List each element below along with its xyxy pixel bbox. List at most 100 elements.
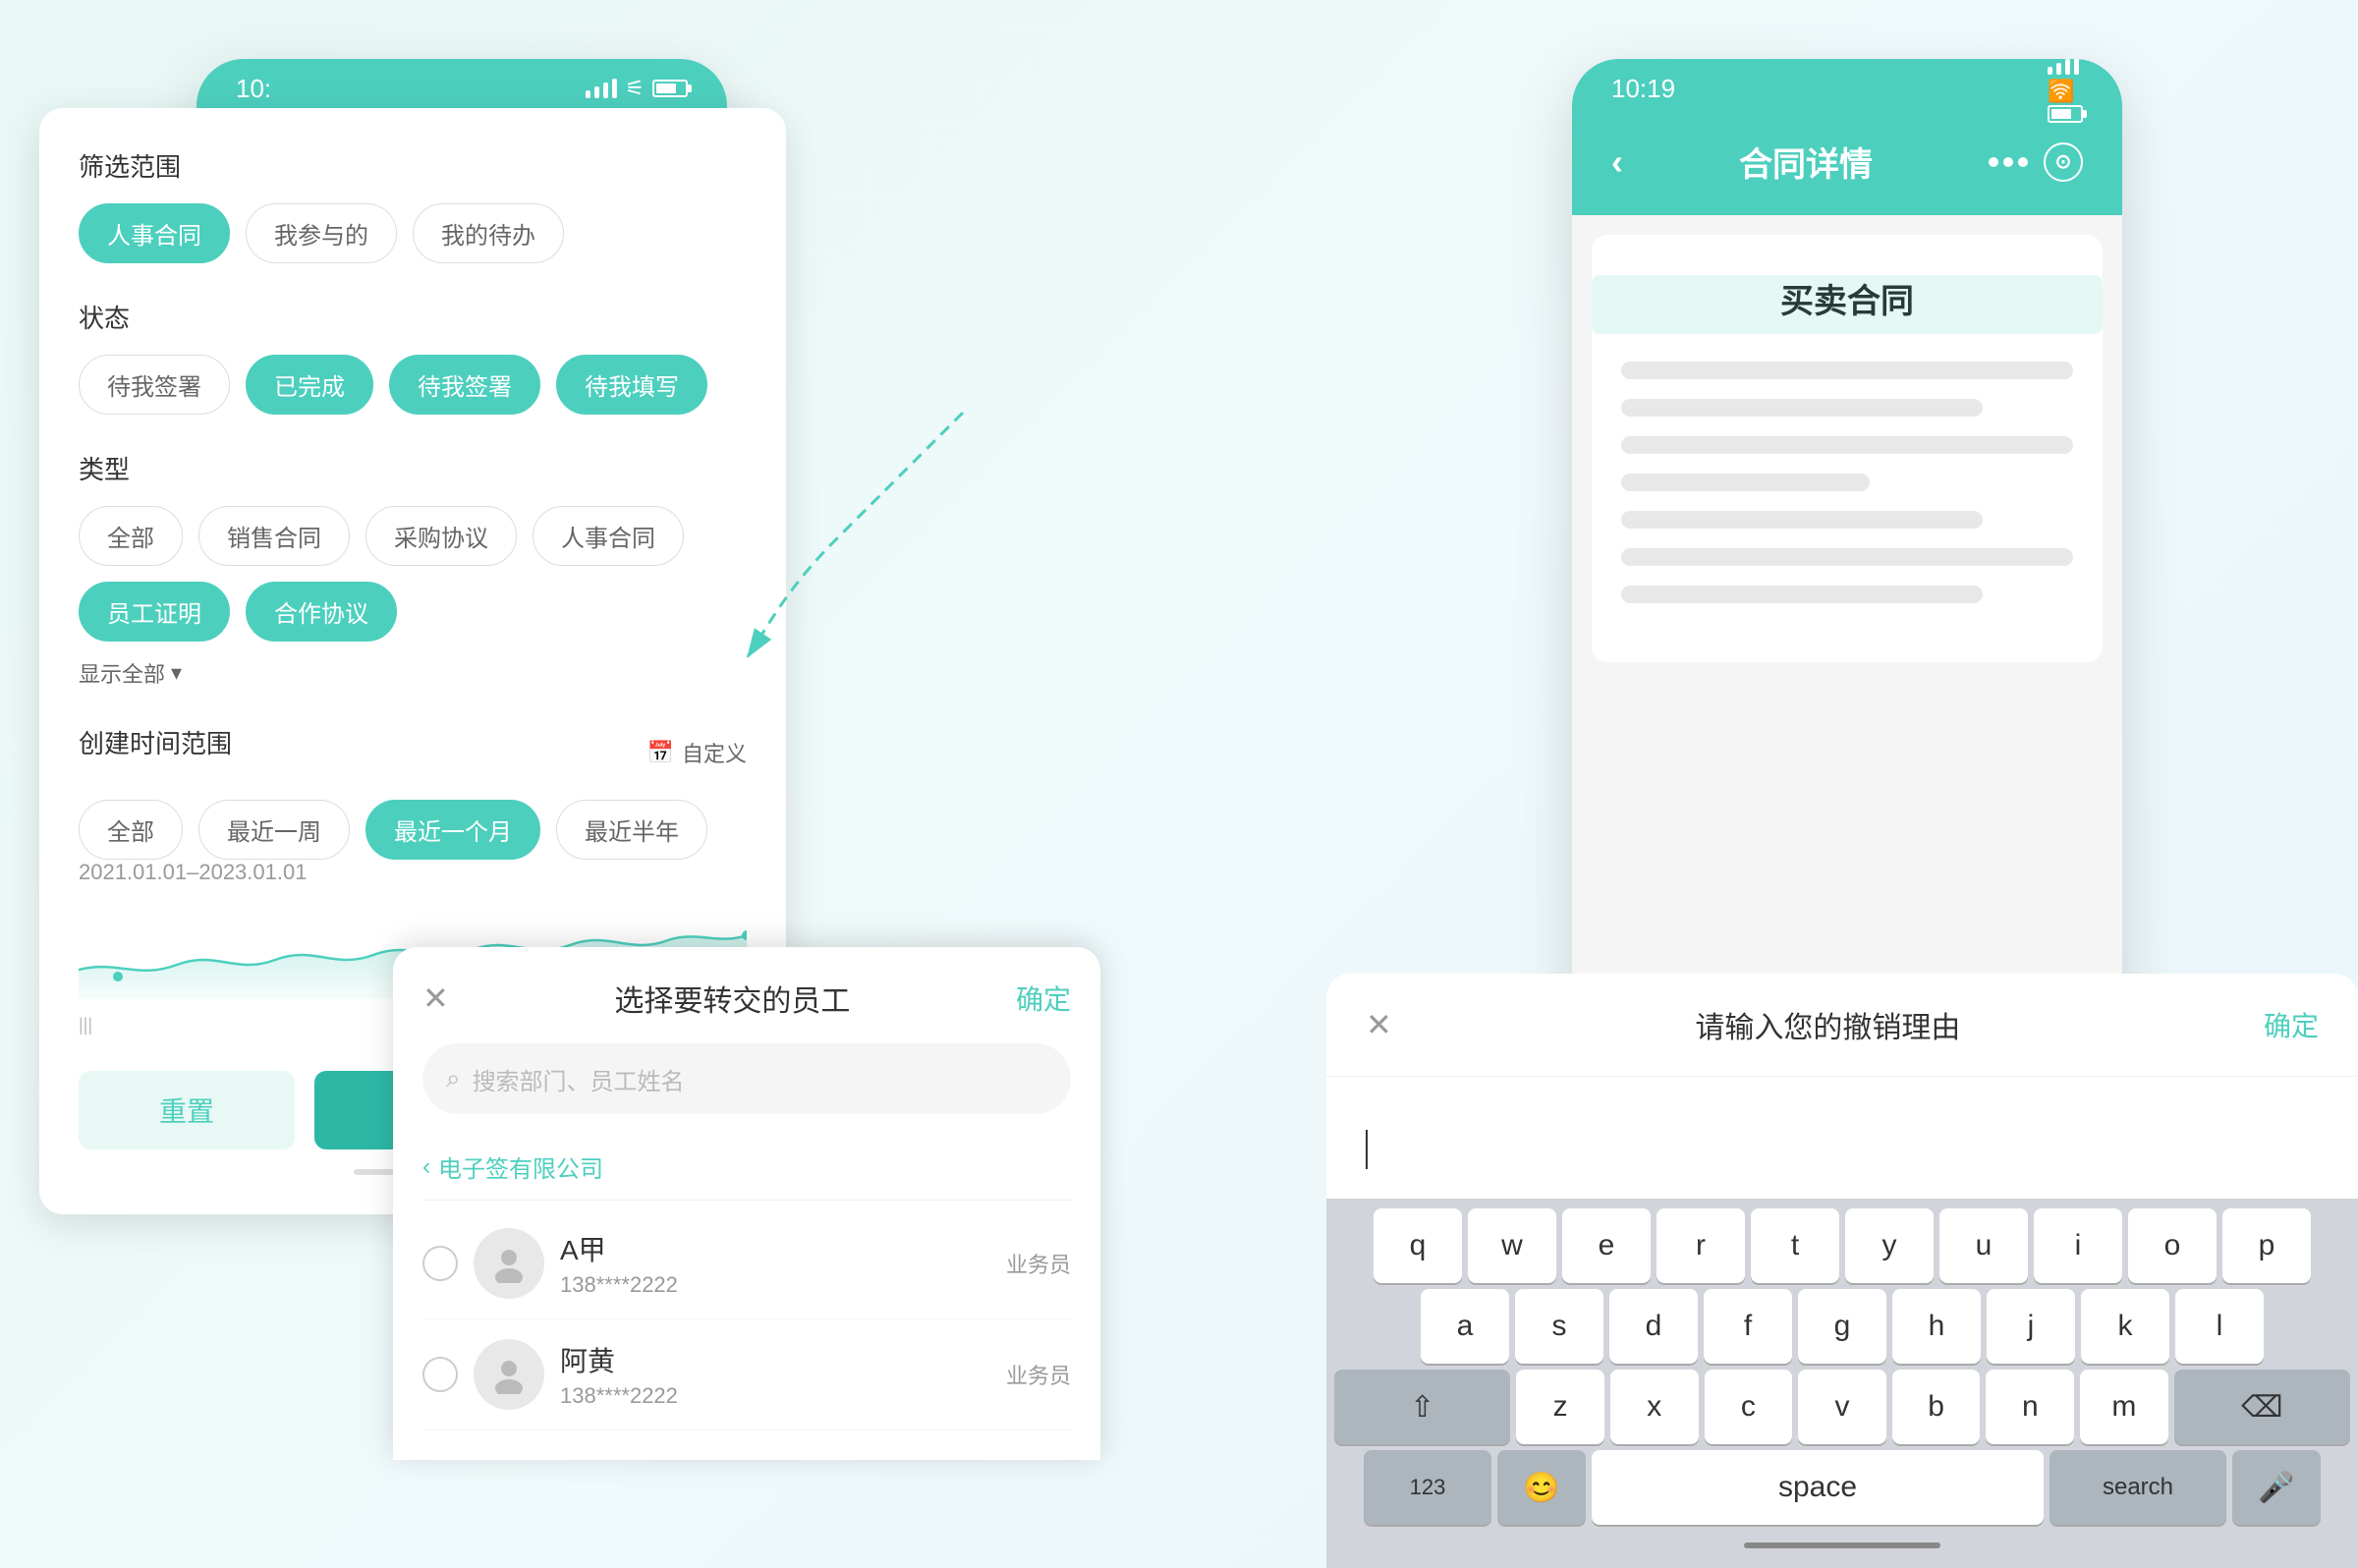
time-range-header: 创建时间范围 📅 自定义 — [79, 724, 747, 780]
back-button[interactable]: ‹ — [1611, 141, 1623, 183]
tag-scope-2[interactable]: 我的待办 — [413, 203, 564, 263]
key-c[interactable]: c — [1705, 1370, 1793, 1444]
contract-line — [1621, 362, 2073, 379]
search-icon-modal: ⌕ — [446, 1063, 461, 1094]
company-row[interactable]: ‹ 电子签有限公司 — [422, 1134, 1071, 1201]
tag-time-2[interactable]: 最近一个月 — [365, 800, 540, 860]
show-all-toggle[interactable]: 显示全部 ▾ — [79, 657, 747, 689]
header-contract: ‹ 合同详情 ⊙ — [1572, 118, 2122, 215]
key-y[interactable]: y — [1845, 1208, 1934, 1283]
key-z[interactable]: z — [1516, 1370, 1604, 1444]
employee-item-1[interactable]: 阿黄 138****2222 业务员 — [422, 1319, 1071, 1430]
contract-title: 买卖合同 — [1621, 274, 2073, 322]
key-j[interactable]: j — [1987, 1289, 2075, 1364]
tag-scope-0[interactable]: 人事合同 — [79, 203, 230, 263]
key-m[interactable]: m — [2080, 1370, 2168, 1444]
status-bar-contract: 10:19 🛜 — [1572, 59, 2122, 118]
key-p[interactable]: p — [2222, 1208, 2311, 1283]
employee-search-placeholder: 搜索部门、员工姓名 — [473, 1062, 685, 1096]
modal-employee-header: ✕ 选择要转交的员工 确定 — [422, 977, 1071, 1020]
filter-tags-time: 全部 最近一周 最近一个月 最近半年 — [79, 800, 747, 860]
key-l[interactable]: l — [2175, 1289, 2264, 1364]
key-numbers[interactable]: 123 — [1364, 1450, 1491, 1525]
filter-title-status: 状态 — [79, 299, 747, 335]
key-a[interactable]: a — [1421, 1289, 1509, 1364]
status-icons-contract: 🛜 — [2048, 59, 2083, 123]
key-o[interactable]: o — [2128, 1208, 2217, 1283]
modal-close-btn[interactable]: ✕ — [422, 980, 449, 1017]
filter-title-type: 类型 — [79, 450, 747, 486]
modal-cancel-confirm[interactable]: 确定 — [2264, 1005, 2319, 1044]
key-u[interactable]: u — [1939, 1208, 2028, 1283]
key-search[interactable]: search — [2049, 1450, 2226, 1525]
tag-type-5[interactable]: 合作协议 — [246, 582, 397, 642]
key-d[interactable]: d — [1609, 1289, 1698, 1364]
keyboard-row-1: q w e r t y u i o p — [1334, 1208, 2350, 1283]
key-i[interactable]: i — [2034, 1208, 2122, 1283]
tag-time-0[interactable]: 全部 — [79, 800, 183, 860]
contract-line — [1621, 399, 1983, 417]
tag-status-2[interactable]: 待我签署 — [389, 355, 540, 415]
avatar-icon-1 — [489, 1355, 529, 1394]
tag-type-2[interactable]: 采购协议 — [365, 506, 517, 566]
tag-type-3[interactable]: 人事合同 — [533, 506, 684, 566]
key-k[interactable]: k — [2081, 1289, 2169, 1364]
time-custom-btn[interactable]: 📅 自定义 — [647, 737, 747, 768]
more-icon-contract[interactable] — [1989, 157, 2028, 167]
employee-search[interactable]: ⌕ 搜索部门、员工姓名 — [422, 1043, 1071, 1114]
input-cursor — [1366, 1130, 1368, 1169]
key-space[interactable]: space — [1592, 1450, 2044, 1525]
key-r[interactable]: r — [1656, 1208, 1745, 1283]
modal-cancel-title: 请输入您的撤销理由 — [1695, 1003, 1960, 1046]
contract-line — [1621, 586, 1983, 603]
key-backspace[interactable]: ⌫ — [2174, 1370, 2350, 1444]
key-f[interactable]: f — [1704, 1289, 1792, 1364]
modal-employee-confirm[interactable]: 确定 — [1016, 979, 1071, 1018]
key-h[interactable]: h — [1892, 1289, 1981, 1364]
modal-employee: ✕ 选择要转交的员工 确定 ⌕ 搜索部门、员工姓名 ‹ 电子签有限公司 A甲 1… — [393, 947, 1100, 1460]
calendar-icon: 📅 — [647, 740, 674, 765]
employee-name-0: A甲 — [560, 1229, 990, 1268]
key-emoji[interactable]: 😊 — [1497, 1450, 1586, 1525]
key-shift[interactable]: ⇧ — [1334, 1370, 1510, 1444]
key-s[interactable]: s — [1515, 1289, 1603, 1364]
employee-radio-0[interactable] — [422, 1246, 458, 1281]
key-v[interactable]: v — [1798, 1370, 1886, 1444]
tag-type-4[interactable]: 员工证明 — [79, 582, 230, 642]
keyboard-row-2: a s d f g h j k l — [1334, 1289, 2350, 1364]
key-b[interactable]: b — [1892, 1370, 1981, 1444]
modal-cancel-close[interactable]: ✕ — [1366, 1006, 1392, 1043]
key-t[interactable]: t — [1751, 1208, 1839, 1283]
contract-line — [1621, 474, 1870, 491]
key-q[interactable]: q — [1374, 1208, 1462, 1283]
tag-status-0[interactable]: 待我签署 — [79, 355, 230, 415]
keyboard: q w e r t y u i o p a s d f g h j k l ⇧ … — [1326, 1199, 2358, 1568]
cancel-input-area[interactable] — [1326, 1100, 2358, 1199]
signal-icon-contract — [2048, 59, 2083, 75]
key-x[interactable]: x — [1610, 1370, 1699, 1444]
keyboard-row-4: 123 😊 space search 🎤 — [1334, 1450, 2350, 1525]
key-g[interactable]: g — [1798, 1289, 1886, 1364]
key-mic[interactable]: 🎤 — [2232, 1450, 2321, 1525]
contract-line — [1621, 548, 2073, 566]
employee-role-0: 业务员 — [1006, 1248, 1071, 1279]
employee-radio-1[interactable] — [422, 1357, 458, 1392]
key-w[interactable]: w — [1468, 1208, 1556, 1283]
employee-info-1: 阿黄 138****2222 — [560, 1340, 990, 1409]
avatar-icon-0 — [489, 1244, 529, 1283]
tag-type-1[interactable]: 销售合同 — [198, 506, 350, 566]
tag-time-3[interactable]: 最近半年 — [556, 800, 707, 860]
reset-button[interactable]: 重置 — [79, 1071, 295, 1149]
tag-scope-1[interactable]: 我参与的 — [246, 203, 397, 263]
target-icon-contract[interactable]: ⊙ — [2044, 142, 2083, 182]
employee-phone-1: 138****2222 — [560, 1383, 990, 1409]
tag-status-1[interactable]: 已完成 — [246, 355, 373, 415]
date-range-text: 2021.01.01–2023.01.01 — [79, 860, 747, 885]
key-n[interactable]: n — [1986, 1370, 2074, 1444]
employee-item-0[interactable]: A甲 138****2222 业务员 — [422, 1208, 1071, 1319]
filter-title-scope: 筛选范围 — [79, 147, 747, 184]
tag-status-3[interactable]: 待我填写 — [556, 355, 707, 415]
key-e[interactable]: e — [1562, 1208, 1651, 1283]
tag-type-0[interactable]: 全部 — [79, 506, 183, 566]
tag-time-1[interactable]: 最近一周 — [198, 800, 350, 860]
